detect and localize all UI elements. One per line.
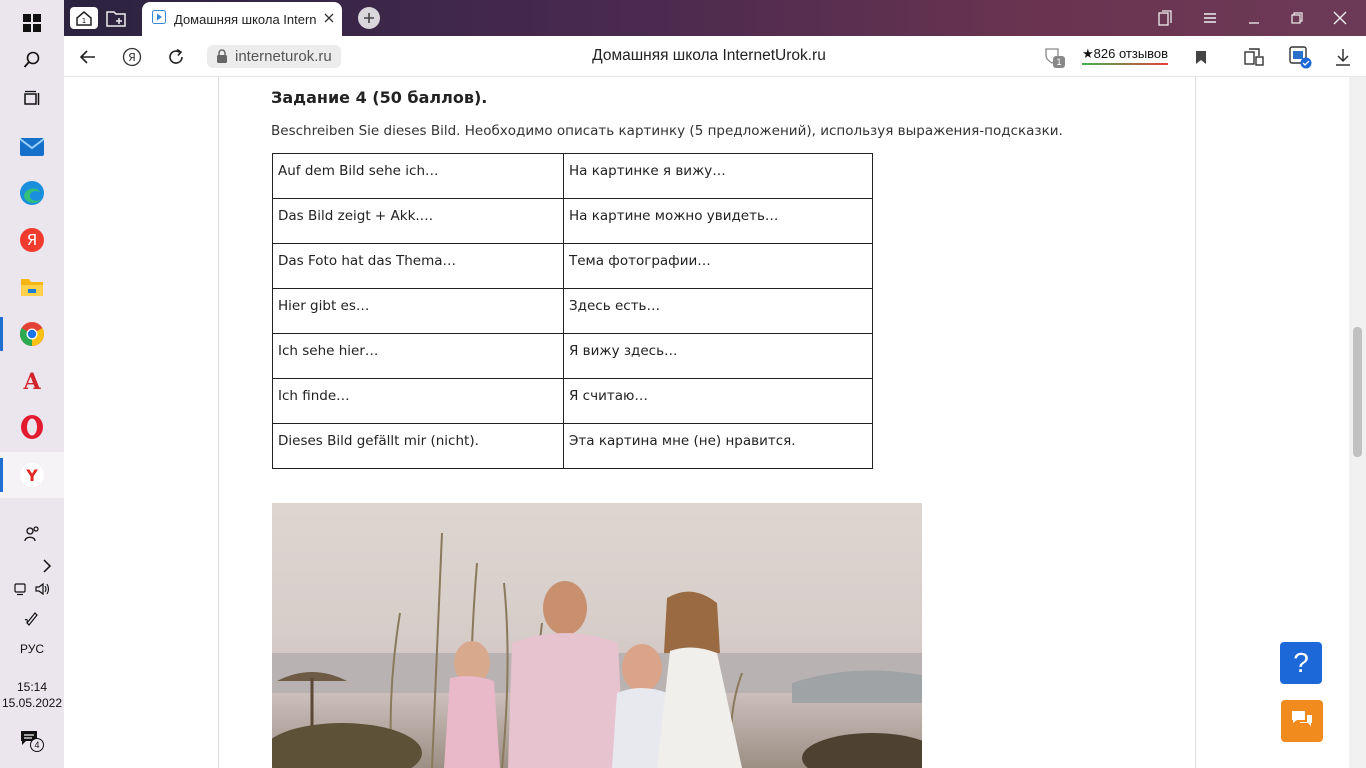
chat-button[interactable] <box>1281 700 1323 742</box>
tab-active[interactable]: Домашняя школа Intern <box>142 2 342 36</box>
table-row: Auf dem Bild sehe ich… На картинке я виж… <box>272 153 873 199</box>
svg-text:A: A <box>22 369 41 392</box>
people-icon[interactable] <box>0 522 64 546</box>
address-bar[interactable]: interneturok.ru <box>207 45 341 68</box>
windows-taskbar: Я A Y РУС 15:14 15.05.2022 4 <box>0 0 64 768</box>
reload-icon[interactable] <box>161 42 191 72</box>
phrase-table: Auf dem Bild sehe ich… На картинке я виж… <box>272 153 873 469</box>
minimize-icon[interactable] <box>1232 0 1276 36</box>
svg-text:Y: Y <box>25 466 38 485</box>
tab-favicon-icon <box>152 9 166 29</box>
tabs-home-icon[interactable]: 1 <box>68 4 100 32</box>
new-tab-button[interactable] <box>358 7 380 29</box>
menu-icon[interactable] <box>1188 0 1232 36</box>
yandex-app-icon[interactable]: Y <box>0 452 64 498</box>
volume-icon[interactable] <box>35 582 51 599</box>
table-row: Ich sehe hier… Я вижу здесь… <box>272 333 873 379</box>
yandex-logo-icon[interactable]: Я <box>117 42 147 72</box>
pen-icon[interactable] <box>0 607 64 629</box>
german-phrase-cell: Hier gibt es… <box>272 288 564 334</box>
clock-date[interactable]: 15.05.2022 <box>0 695 64 711</box>
task-view-icon[interactable] <box>0 76 64 122</box>
mail-app-icon[interactable] <box>0 124 64 170</box>
lock-icon[interactable] <box>216 49 228 68</box>
russian-phrase-cell: Эта картина мне (не) нравится. <box>563 423 873 469</box>
bookmarks-panel-icon[interactable] <box>1143 0 1187 36</box>
restore-icon[interactable] <box>1275 0 1319 36</box>
back-arrow-icon[interactable] <box>73 42 103 72</box>
tab-close-icon[interactable] <box>324 10 334 28</box>
help-button[interactable]: ? <box>1280 642 1322 684</box>
check-badge-icon <box>1300 57 1312 69</box>
acrobat-icon[interactable]: A <box>0 357 64 403</box>
chevron-right-icon[interactable] <box>0 556 64 576</box>
svg-text:Я: Я <box>27 231 37 249</box>
screenshot-extension-icon[interactable] <box>1285 42 1315 72</box>
file-explorer-icon[interactable] <box>0 264 64 310</box>
table-row: Das Bild zeigt + Akk.… На картине можно … <box>272 198 873 244</box>
russian-phrase-cell: Я вижу здесь… <box>563 333 873 379</box>
bookmark-icon[interactable] <box>1186 42 1216 72</box>
russian-phrase-cell: Я считаю… <box>563 378 873 424</box>
downloads-icon[interactable] <box>1328 42 1358 72</box>
opera-browser-icon[interactable] <box>0 404 64 450</box>
chrome-browser-icon[interactable] <box>0 311 64 357</box>
system-tray <box>0 580 64 600</box>
task-heading: Задание 4 (50 баллов). <box>271 88 488 107</box>
scrollbar-thumb[interactable] <box>1353 327 1362 457</box>
svg-text:Я: Я <box>128 51 136 64</box>
page-viewport: Задание 4 (50 баллов). Beschreiben Sie d… <box>64 77 1349 768</box>
german-phrase-cell: Auf dem Bild sehe ich… <box>272 153 564 199</box>
collections-icon[interactable] <box>100 4 132 32</box>
reading-list-icon[interactable] <box>1239 42 1269 72</box>
notification-count-badge: 4 <box>30 738 44 752</box>
yandex-browser-icon[interactable]: Я <box>0 217 64 263</box>
action-center-icon[interactable]: 4 <box>0 728 64 754</box>
clock-time[interactable]: 15:14 <box>0 679 64 695</box>
svg-text:1: 1 <box>82 17 86 25</box>
page-scrollbar[interactable] <box>1349 77 1366 768</box>
german-phrase-cell: Dieses Bild gefällt mir (nicht). <box>272 423 564 469</box>
chat-icon <box>1290 709 1314 734</box>
url-text: interneturok.ru <box>235 48 332 65</box>
protect-badge: 1 <box>1053 56 1065 68</box>
tab-title: Домашняя школа Intern <box>174 11 317 27</box>
edge-browser-icon[interactable] <box>0 170 64 216</box>
browser-titlebar: 1 Домашняя школа Intern <box>64 0 1366 36</box>
russian-phrase-cell: На картинке я вижу… <box>563 153 873 199</box>
navigation-bar: Я interneturok.ru Домашняя школа Interne… <box>64 36 1366 77</box>
russian-phrase-cell: На картине можно увидеть… <box>563 198 873 244</box>
table-row: Ich finde… Я считаю… <box>272 378 873 424</box>
network-icon[interactable] <box>13 582 27 599</box>
table-row: Das Foto hat das Thema… Тема фотографии… <box>272 243 873 289</box>
task-description: Beschreiben Sie dieses Bild. Необходимо … <box>271 123 1063 139</box>
german-phrase-cell: Ich sehe hier… <box>272 333 564 379</box>
language-indicator[interactable]: РУС <box>0 640 64 658</box>
close-window-icon[interactable] <box>1318 0 1362 36</box>
table-row: Dieses Bild gefällt mir (nicht). Эта кар… <box>272 423 873 469</box>
russian-phrase-cell: Здесь есть… <box>563 288 873 334</box>
family-photo <box>272 503 922 768</box>
table-row: Hier gibt es… Здесь есть… <box>272 288 873 334</box>
russian-phrase-cell: Тема фотографии… <box>563 243 873 289</box>
protect-icon[interactable]: 1 <box>1039 42 1069 72</box>
reviews-link[interactable]: ★826 отзывов <box>1082 46 1169 65</box>
german-phrase-cell: Das Bild zeigt + Akk.… <box>272 198 564 244</box>
german-phrase-cell: Ich finde… <box>272 378 564 424</box>
german-phrase-cell: Das Foto hat das Thema… <box>272 243 564 289</box>
